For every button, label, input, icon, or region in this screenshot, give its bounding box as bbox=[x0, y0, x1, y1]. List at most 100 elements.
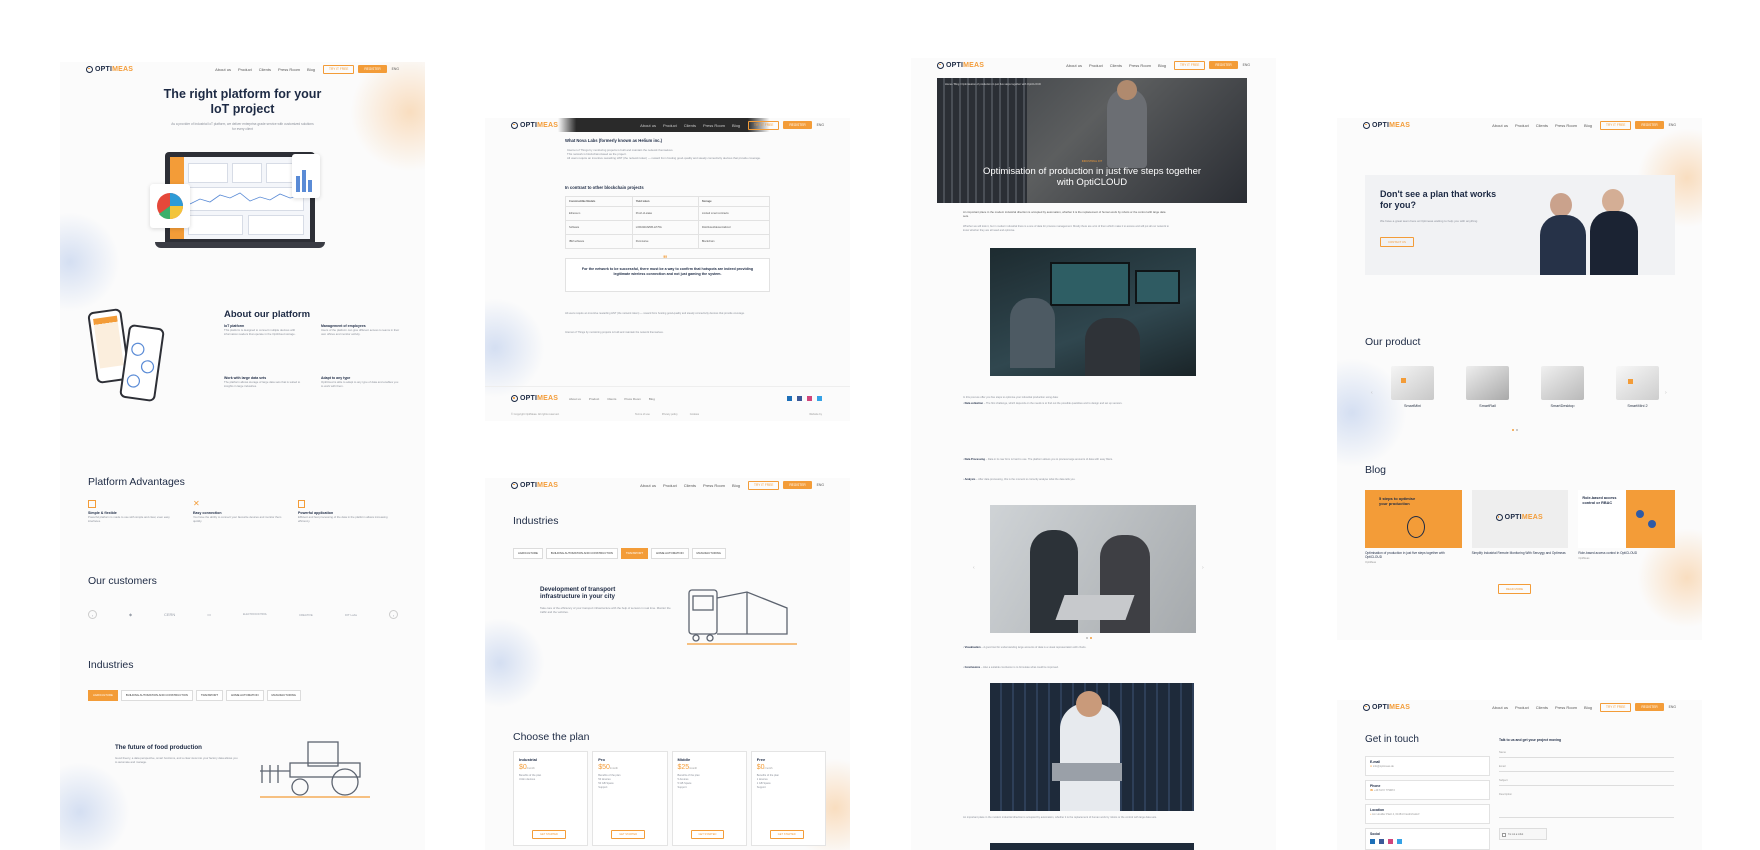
product-card[interactable]: SmartMini 2 bbox=[1610, 366, 1665, 408]
nav-product[interactable]: Product bbox=[1089, 63, 1103, 68]
footer-legal-link[interactable]: Terms of use bbox=[635, 413, 650, 416]
nav-press[interactable]: Press Room bbox=[1555, 705, 1577, 710]
brand-logo[interactable]: OPTI MEAS bbox=[1363, 121, 1410, 129]
nav-about[interactable]: About us bbox=[215, 67, 231, 72]
product-card[interactable]: SmartMini bbox=[1385, 366, 1440, 408]
twitter-icon[interactable] bbox=[1397, 839, 1402, 844]
try-free-button[interactable]: TRY IT FREE bbox=[748, 480, 780, 490]
blog-card[interactable]: 5 steps to optimise your production Opti… bbox=[1365, 490, 1462, 564]
tab-building[interactable]: BUILDING AUTOMATION AND CONSTRUCTION bbox=[545, 547, 618, 559]
nav-blog[interactable]: Blog bbox=[1584, 705, 1592, 710]
product-prev-icon[interactable]: ‹ bbox=[1371, 390, 1373, 396]
linkedin-icon[interactable] bbox=[787, 396, 792, 401]
nav-clients[interactable]: Clients bbox=[1110, 63, 1122, 68]
footer-link[interactable]: Blog bbox=[649, 397, 655, 401]
nav-press[interactable]: Press Room bbox=[1555, 123, 1577, 128]
tab-agriculture[interactable]: AGRICULTURE bbox=[513, 547, 543, 559]
nav-about[interactable]: About us bbox=[640, 123, 656, 128]
nav-blog[interactable]: Blog bbox=[732, 483, 740, 488]
product-card[interactable]: SmartDesktop bbox=[1535, 366, 1590, 408]
carousel-next-icon[interactable]: › bbox=[388, 610, 398, 619]
tab-manufacturing[interactable]: MANUFACTURING bbox=[266, 689, 301, 701]
tab-home[interactable]: HOME AUTOMATION bbox=[226, 689, 264, 701]
nav-product[interactable]: Product bbox=[663, 123, 677, 128]
subject-input[interactable]: Subject bbox=[1499, 776, 1674, 786]
product-card[interactable]: SmartRail bbox=[1460, 366, 1515, 408]
language-selector[interactable]: ENG bbox=[1243, 63, 1250, 67]
try-free-button[interactable]: TRY IT FREE bbox=[323, 64, 355, 74]
get-started-button[interactable]: GET STARTED bbox=[532, 830, 566, 839]
register-button[interactable]: REGISTER bbox=[358, 65, 387, 73]
footer-logo[interactable]: OPTI MEAS bbox=[511, 395, 558, 402]
blog-card[interactable]: Role-based access control or RBAC Role-b… bbox=[1578, 490, 1676, 564]
blog-card[interactable]: OPTI MEAS Simplify Industrial Remote Moni… bbox=[1471, 490, 1569, 564]
language-selector[interactable]: ENG bbox=[1669, 705, 1676, 709]
nav-about[interactable]: About us bbox=[1066, 63, 1082, 68]
footer-link[interactable]: Press Room bbox=[624, 397, 641, 401]
facebook-icon[interactable] bbox=[797, 396, 802, 401]
register-button[interactable]: REGISTER bbox=[1635, 121, 1664, 129]
brand-logo[interactable]: OPTI MEAS bbox=[511, 481, 558, 489]
get-started-button[interactable]: GET STARTED bbox=[611, 830, 646, 839]
brand-logo[interactable]: OPTI MEAS bbox=[511, 121, 558, 129]
nav-blog[interactable]: Blog bbox=[1158, 63, 1166, 68]
instagram-icon[interactable] bbox=[807, 396, 812, 401]
nav-clients[interactable]: Clients bbox=[259, 67, 271, 72]
email-input[interactable]: Email bbox=[1499, 762, 1674, 772]
carousel-prev-icon[interactable]: ‹ bbox=[973, 565, 975, 571]
facebook-icon[interactable] bbox=[1379, 839, 1384, 844]
try-free-button[interactable]: TRY IT FREE bbox=[1600, 702, 1632, 712]
brand-logo[interactable]: OPTI MEAS bbox=[1363, 703, 1410, 711]
get-started-button[interactable]: GET STARTED bbox=[690, 830, 725, 839]
register-button[interactable]: REGISTER bbox=[1209, 61, 1238, 69]
get-started-button[interactable]: GET STARTED bbox=[769, 830, 804, 839]
nav-product[interactable]: Product bbox=[238, 67, 252, 72]
instagram-icon[interactable] bbox=[1388, 839, 1393, 844]
nav-product[interactable]: Product bbox=[1515, 123, 1529, 128]
tab-agriculture[interactable]: AGRICULTURE bbox=[88, 689, 118, 701]
description-input[interactable]: Description bbox=[1499, 790, 1674, 818]
language-selector[interactable]: ENG bbox=[817, 123, 824, 127]
linkedin-icon[interactable] bbox=[1370, 839, 1375, 844]
name-input[interactable]: Name bbox=[1499, 748, 1674, 758]
tab-home[interactable]: HOME AUTOMATION bbox=[651, 547, 689, 559]
nav-about[interactable]: About us bbox=[1492, 123, 1508, 128]
language-selector[interactable]: ENG bbox=[1669, 123, 1676, 127]
nav-press[interactable]: Press Room bbox=[278, 67, 300, 72]
footer-legal-link[interactable]: Cookies bbox=[690, 413, 699, 416]
nav-clients[interactable]: Clients bbox=[684, 483, 696, 488]
nav-press[interactable]: Press Room bbox=[1129, 63, 1151, 68]
footer-link[interactable]: About us bbox=[569, 397, 581, 401]
nav-blog[interactable]: Blog bbox=[1584, 123, 1592, 128]
captcha-box[interactable]: I'm not a robot bbox=[1499, 828, 1547, 840]
nav-blog[interactable]: Blog bbox=[307, 67, 315, 72]
tab-manufacturing[interactable]: MANUFACTURING bbox=[691, 547, 726, 559]
nav-about[interactable]: About us bbox=[640, 483, 656, 488]
contact-us-button[interactable]: CONTACT US bbox=[1380, 237, 1414, 247]
tab-transport[interactable]: TRANSPORT bbox=[620, 547, 649, 559]
try-free-button[interactable]: TRY IT FREE bbox=[1600, 120, 1632, 130]
carousel-next-icon[interactable]: › bbox=[1202, 565, 1204, 571]
language-selector[interactable]: ENG bbox=[392, 67, 399, 71]
nav-clients[interactable]: Clients bbox=[1536, 123, 1548, 128]
tab-transport[interactable]: TRANSPORT bbox=[195, 689, 224, 701]
try-free-button[interactable]: TRY IT FREE bbox=[1174, 60, 1206, 70]
tab-building[interactable]: BUILDING AUTOMATION AND CONSTRUCTION bbox=[120, 689, 193, 701]
twitter-icon[interactable] bbox=[817, 396, 822, 401]
try-free-button[interactable]: TRY IT FREE bbox=[748, 120, 780, 130]
breadcrumb[interactable]: Home / Blog / Optimisation of production… bbox=[945, 83, 1041, 86]
register-button[interactable]: REGISTER bbox=[783, 121, 812, 129]
footer-link[interactable]: Clients bbox=[607, 397, 616, 401]
nav-press[interactable]: Press Room bbox=[703, 483, 725, 488]
footer-link[interactable]: Product bbox=[589, 397, 599, 401]
register-button[interactable]: REGISTER bbox=[1635, 703, 1664, 711]
nav-press[interactable]: Press Room bbox=[703, 123, 725, 128]
nav-product[interactable]: Product bbox=[1515, 705, 1529, 710]
nav-blog[interactable]: Blog bbox=[732, 123, 740, 128]
brand-logo[interactable]: OPTI MEAS bbox=[86, 65, 133, 73]
footer-legal-link[interactable]: Privacy policy bbox=[662, 413, 678, 416]
nav-clients[interactable]: Clients bbox=[1536, 705, 1548, 710]
product-next-icon[interactable]: › bbox=[1665, 390, 1667, 396]
carousel-prev-icon[interactable]: ‹ bbox=[88, 610, 97, 619]
language-selector[interactable]: ENG bbox=[817, 483, 824, 487]
